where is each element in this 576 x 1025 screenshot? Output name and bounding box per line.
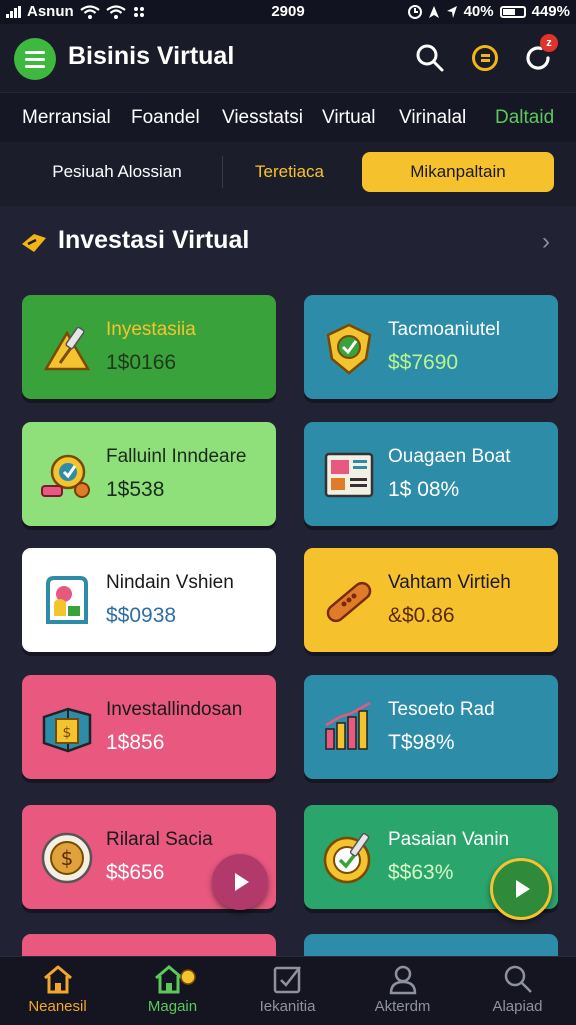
- search-icon: [504, 965, 532, 993]
- notification-button[interactable]: z: [518, 34, 558, 78]
- nav-label: Iekanitia: [259, 998, 316, 1015]
- menu-icon: [25, 50, 45, 54]
- card-value: 1$856: [106, 731, 165, 754]
- coin-icon-mark: [480, 54, 490, 57]
- user-icon: [389, 965, 416, 995]
- card-value: 1$0166: [106, 351, 177, 374]
- menu-button[interactable]: [14, 38, 56, 80]
- investment-card[interactable]: Falluinl Inndeare 1$538: [22, 422, 276, 526]
- card-name: Tesoeto Rad: [388, 699, 495, 720]
- segment-teretiaca[interactable]: Teretiaca: [232, 152, 347, 192]
- medal-shield-icon: [326, 323, 372, 375]
- card-name: Rilaral Sacia: [106, 829, 213, 850]
- nav-item-iekanitia[interactable]: Iekanitia: [230, 963, 345, 1023]
- play-icon: [516, 880, 530, 898]
- svg-text:$: $: [63, 725, 72, 741]
- home-icon: [43, 965, 72, 994]
- card-value: $$7690: [388, 351, 459, 374]
- tab-merransial[interactable]: Merransial: [22, 107, 111, 129]
- investment-card[interactable]: Tesoeto Rad T$98%: [304, 675, 558, 779]
- nav-item-akterdm[interactable]: Akterdm: [345, 963, 460, 1023]
- card-value: $$63%: [388, 861, 454, 884]
- app-title: Bisinis Virtual: [68, 42, 235, 70]
- investment-card[interactable]: $ Investallindosan 1$856: [22, 675, 276, 779]
- investment-card[interactable]: Tacmoaniutel $$7690: [304, 295, 558, 399]
- location-icon: [428, 5, 439, 18]
- tab-foandel[interactable]: Foandel: [131, 107, 200, 129]
- ticket-icon: [22, 234, 46, 252]
- app-bar: Bisinis Virtual z: [0, 24, 576, 92]
- segment-pesiuah-alossian[interactable]: Pesiuah Alossian: [22, 152, 212, 192]
- tab-bar: Merransial Foandel Viesstatsi Virtual Vi…: [0, 92, 576, 143]
- menu-icon-line: [25, 64, 45, 68]
- card-name: Vahtam Virtieh: [388, 572, 511, 593]
- target-pen-icon: [323, 832, 371, 884]
- segment-divider: [222, 156, 223, 188]
- card-value: 1$538: [106, 478, 165, 501]
- checkbox-icon: [273, 966, 301, 994]
- battery-extra: 449%: [531, 3, 570, 20]
- coin-icon: [472, 45, 498, 71]
- chevron-right-icon[interactable]: ›: [542, 228, 550, 256]
- investment-card[interactable]: Vahtam Virtieh &$0.86: [304, 548, 558, 652]
- card-name: Pasaian Vanin: [388, 829, 510, 850]
- investment-card[interactable]: Nindain Vshien $$0938: [22, 548, 276, 652]
- tab-viesstatsi[interactable]: Viesstatsi: [222, 107, 303, 129]
- nav-item-neanesil[interactable]: Neanesil: [0, 963, 115, 1023]
- cash-box-icon: $: [42, 707, 92, 753]
- home-coin-icon: [154, 965, 196, 994]
- segmented-control: Pesiuah Alossian Teretiaca Mikanpaltain: [0, 142, 576, 206]
- section-title: Investasi Virtual: [58, 226, 250, 254]
- investment-section: Investasi Virtual › Inyestasiia 1$0166 T…: [0, 206, 576, 956]
- tab-virinalal[interactable]: Virinalal: [399, 107, 466, 129]
- clock-icon: [407, 4, 422, 19]
- dollar-coin-icon: $: [41, 832, 93, 884]
- investment-card[interactable]: Ouagaen Boat 1$ 08%: [304, 422, 558, 526]
- card-name: Ouagaen Boat: [388, 446, 511, 467]
- card-value: $$656: [106, 861, 165, 884]
- play-button[interactable]: [212, 854, 268, 910]
- play-button[interactable]: [490, 858, 552, 920]
- menu-icon-line: [25, 57, 45, 61]
- nav-label: Alapiad: [492, 998, 543, 1015]
- segment-mikanpaltain[interactable]: Mikanpaltain: [362, 152, 554, 192]
- investment-card-partial[interactable]: [22, 934, 276, 956]
- investment-card[interactable]: Inyestasiia 1$0166: [22, 295, 276, 399]
- nav-item-alapiad[interactable]: Alapiad: [460, 963, 575, 1023]
- bandage-icon: [326, 581, 372, 623]
- card-name: Investallindosan: [106, 699, 243, 720]
- app-location-icon: [46, 576, 88, 624]
- search-icon: [416, 44, 444, 72]
- battery-percent: 40%: [463, 3, 494, 20]
- battery-icon: [499, 5, 526, 18]
- card-value: 1$ 08%: [388, 478, 460, 501]
- wallet-button[interactable]: [465, 38, 505, 78]
- notification-badge: z: [540, 34, 558, 52]
- card-name: Nindain Vshien: [106, 572, 234, 593]
- nav-label: Akterdm: [374, 998, 431, 1015]
- nav-label: Magain: [147, 998, 198, 1015]
- card-value: $$0938: [106, 604, 177, 627]
- bar-chart-icon: [325, 701, 371, 750]
- bottom-nav: Neanesil Magain Iekanitia Akterdm Alapia…: [0, 956, 576, 1025]
- report-chart-icon: [324, 452, 374, 498]
- tab-virtual[interactable]: Virtual: [322, 107, 376, 129]
- card-name: Falluinl Inndeare: [106, 446, 247, 467]
- tools-warning-icon: [43, 326, 91, 371]
- search-button[interactable]: [410, 38, 450, 78]
- status-bar: Asnun 2909 40% 449%: [0, 0, 576, 24]
- nav-label: Neanesil: [28, 998, 87, 1015]
- card-value: &$0.86: [388, 604, 455, 627]
- status-right: 40% 449%: [407, 3, 570, 20]
- card-name: Tacmoaniutel: [388, 319, 500, 340]
- investment-card-partial[interactable]: [304, 934, 558, 956]
- svg-text:$: $: [61, 846, 74, 870]
- play-icon: [235, 873, 249, 891]
- tab-daltaid[interactable]: Daltaid: [495, 107, 554, 129]
- card-name: Inyestasiia: [106, 319, 196, 340]
- gauge-coins-icon: [41, 454, 90, 498]
- nav-item-magain[interactable]: Magain: [115, 963, 230, 1023]
- card-value: T$98%: [388, 731, 455, 754]
- navigation-icon: [446, 5, 457, 18]
